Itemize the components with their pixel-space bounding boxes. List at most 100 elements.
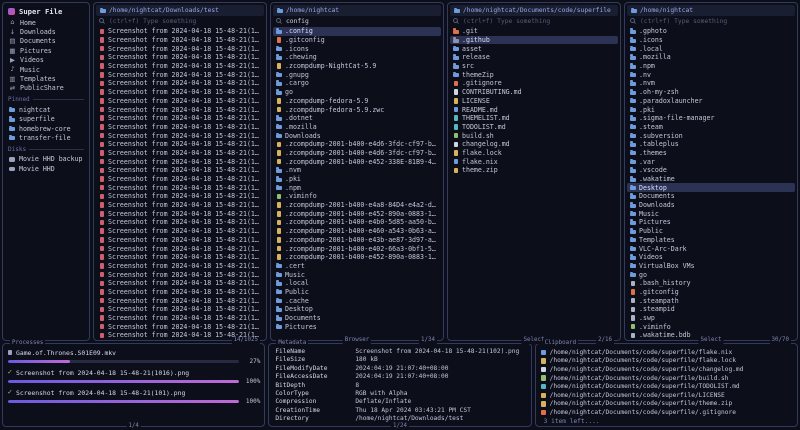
file-row[interactable]: go xyxy=(273,88,441,97)
file-row[interactable]: .zcompdump-2001-b400-e4d6-3fdc-cf97-b8d4… xyxy=(273,149,441,158)
file-row[interactable]: asset xyxy=(450,44,618,53)
file-row[interactable]: Screenshot from 2024-04-18 15-48-21(1… xyxy=(96,314,264,323)
sidebar-item-transfer-file[interactable]: transfer-file xyxy=(3,133,89,142)
file-row[interactable]: .wakatime xyxy=(627,175,795,184)
file-row[interactable]: .swp xyxy=(627,314,795,323)
file-row[interactable]: Screenshot from 2024-04-18 15-48-21(1… xyxy=(96,62,264,71)
file-row[interactable]: .themes xyxy=(627,149,795,158)
sidebar-item-pictures[interactable]: ▦Pictures xyxy=(3,46,89,55)
file-row[interactable]: .zcompdump-2001-b400-e402-66a3-0bf1-5c3a xyxy=(273,244,441,253)
file-row[interactable]: Screenshot from 2024-04-18 15-48-21(1… xyxy=(96,209,264,218)
file-row[interactable]: Screenshot from 2024-04-18 15-48-21(1… xyxy=(96,114,264,123)
file-row[interactable]: Screenshot from 2024-04-18 15-48-21(1… xyxy=(96,88,264,97)
file-panel-2[interactable]: /home/nightcat config .config.gitconfig.… xyxy=(270,2,444,341)
file-row[interactable]: release xyxy=(450,53,618,62)
file-row[interactable]: themeZip xyxy=(450,70,618,79)
file-row[interactable]: CONTRIBUTING.md xyxy=(450,88,618,97)
file-row[interactable]: Downloads xyxy=(627,201,795,210)
file-row[interactable]: .steam xyxy=(627,123,795,132)
file-row[interactable]: .cert xyxy=(273,262,441,271)
file-panel-3[interactable]: /home/nightcat/Documents/code/superfile … xyxy=(447,2,621,341)
file-row[interactable]: .viminfo xyxy=(273,192,441,201)
file-row[interactable]: Screenshot from 2024-04-18 15-48-21(1… xyxy=(96,236,264,245)
file-row[interactable]: Screenshot from 2024-04-18 15-48-21(1… xyxy=(96,305,264,314)
file-row[interactable]: Screenshot from 2024-04-18 15-48-21(1… xyxy=(96,44,264,53)
file-panel-1[interactable]: /home/nightcat/Downloads/test (ctrl+f) T… xyxy=(93,2,267,341)
file-row[interactable]: Screenshot from 2024-04-18 15-48-21(1… xyxy=(96,140,264,149)
file-row[interactable]: Screenshot from 2024-04-18 15-48-21(1… xyxy=(96,322,264,331)
file-row[interactable]: go xyxy=(627,270,795,279)
sidebar-item-movie-hhd-backup[interactable]: Movie HHD backup xyxy=(3,155,89,164)
file-row[interactable]: .zcompdump-2001-b400-e452-890a-0883-1b5e… xyxy=(273,253,441,262)
file-row[interactable]: .nv xyxy=(627,70,795,79)
clipboard-item[interactable]: /home/nightcat/Documents/code/superfile/… xyxy=(538,374,795,383)
file-row[interactable]: .zcompdump-2001-b400-e460-a543-0b63-a8d7 xyxy=(273,227,441,236)
file-row[interactable]: .steampath xyxy=(627,296,795,305)
search-input[interactable]: (ctrl+f) Type something xyxy=(625,16,797,26)
file-row[interactable]: build.sh xyxy=(450,131,618,140)
sidebar-item-downloads[interactable]: ↓Downloads xyxy=(3,27,89,36)
file-row[interactable]: .var xyxy=(627,157,795,166)
clipboard-item[interactable]: /home/nightcat/Documents/code/superfile/… xyxy=(538,357,795,366)
file-row[interactable]: Desktop xyxy=(273,305,441,314)
file-row[interactable]: .zcompdump-2001-b400-e4b0-5d85-aa50-b6f2 xyxy=(273,218,441,227)
file-row[interactable]: Music xyxy=(273,270,441,279)
file-row[interactable]: .steampid xyxy=(627,305,795,314)
search-input[interactable]: (ctrl+f) Type something xyxy=(94,16,266,26)
file-row[interactable]: Screenshot from 2024-04-18 15-48-21(1… xyxy=(96,270,264,279)
file-row[interactable]: .subversion xyxy=(627,131,795,140)
file-row[interactable]: .mozilla xyxy=(627,53,795,62)
file-row[interactable]: changelog.md xyxy=(450,140,618,149)
file-row[interactable]: .local xyxy=(273,279,441,288)
file-row[interactable]: src xyxy=(450,62,618,71)
file-row[interactable]: .paradoxlauncher xyxy=(627,97,795,106)
clipboard-item[interactable]: /home/nightcat/Documents/code/superfile/… xyxy=(538,348,795,357)
file-row[interactable]: .zcompdump-2001-b400-e452-338E-81B9-46f1 xyxy=(273,157,441,166)
file-row[interactable]: Screenshot from 2024-04-18 15-48-21(1… xyxy=(96,105,264,114)
sidebar-item-music[interactable]: ♪Music xyxy=(3,65,89,74)
file-row[interactable]: Screenshot from 2024-04-18 15-48-21(1… xyxy=(96,288,264,297)
file-row[interactable]: .config xyxy=(273,27,441,36)
file-row[interactable]: .local xyxy=(627,44,795,53)
file-row[interactable]: README.md xyxy=(450,105,618,114)
file-row[interactable]: Screenshot from 2024-04-18 15-48-21(1… xyxy=(96,149,264,158)
file-row[interactable]: .icons xyxy=(627,36,795,45)
process-item[interactable]: Game.of.Thrones.S01E09.mkv27% xyxy=(7,348,260,365)
file-row[interactable]: Videos xyxy=(627,253,795,262)
file-row[interactable]: .gitconfig xyxy=(273,36,441,45)
file-row[interactable]: Screenshot from 2024-04-18 15-48-21(1… xyxy=(96,123,264,132)
search-input[interactable]: config xyxy=(271,16,443,26)
file-row[interactable]: .mozilla xyxy=(273,123,441,132)
clipboard-item[interactable]: /home/nightcat/Documents/code/superfile/… xyxy=(538,382,795,391)
file-row[interactable]: .zcompdump-NightCat-5.9 xyxy=(273,62,441,71)
file-row[interactable]: VLC-Arc-Dark xyxy=(627,244,795,253)
file-row[interactable]: .zcompdump-2001-b400-e452-890a-0883-1b5e xyxy=(273,209,441,218)
file-row[interactable]: Desktop xyxy=(627,183,795,192)
file-row[interactable]: .icons xyxy=(273,44,441,53)
file-row[interactable]: Documents xyxy=(273,314,441,323)
sidebar-item-publicshare[interactable]: ⇄PublicShare xyxy=(3,84,89,93)
file-row[interactable]: .zcompdump-fedora-5.9.zwc xyxy=(273,105,441,114)
file-row[interactable]: Pictures xyxy=(627,218,795,227)
file-row[interactable]: Screenshot from 2024-04-18 15-48-21(1… xyxy=(96,36,264,45)
file-row[interactable]: .gnupg xyxy=(273,70,441,79)
processes-panel[interactable]: Processes Game.of.Thrones.S01E09.mkv27%✓… xyxy=(2,343,265,427)
file-row[interactable]: Screenshot from 2024-04-18 15-48-21(1… xyxy=(96,279,264,288)
file-row[interactable]: .viminfo xyxy=(627,322,795,331)
file-row[interactable]: Screenshot from 2024-04-18 15-48-21(1… xyxy=(96,183,264,192)
file-row[interactable]: Screenshot from 2024-04-18 15-48-21(1… xyxy=(96,53,264,62)
clipboard-item[interactable]: /home/nightcat/Documents/code/superfile/… xyxy=(538,400,795,409)
file-row[interactable]: Screenshot from 2024-04-18 15-48-21(1… xyxy=(96,192,264,201)
file-row[interactable]: .npm xyxy=(627,62,795,71)
process-item[interactable]: ✓Screenshot from 2024-04-18 15-48-21(101… xyxy=(7,388,260,405)
file-row[interactable]: Screenshot from 2024-04-18 15-48-21(1… xyxy=(96,27,264,36)
file-row[interactable]: Public xyxy=(627,227,795,236)
file-row[interactable]: .nvm xyxy=(273,166,441,175)
file-row[interactable]: Screenshot from 2024-04-18 15-48-21(1… xyxy=(96,296,264,305)
file-row[interactable]: Music xyxy=(627,209,795,218)
file-row[interactable]: .bash_history xyxy=(627,279,795,288)
file-row[interactable]: Public xyxy=(273,288,441,297)
file-row[interactable]: Screenshot from 2024-04-18 15-48-21(1… xyxy=(96,253,264,262)
file-row[interactable]: Screenshot from 2024-04-18 15-48-21(1… xyxy=(96,218,264,227)
file-row[interactable]: Screenshot from 2024-04-18 15-48-21(1… xyxy=(96,79,264,88)
